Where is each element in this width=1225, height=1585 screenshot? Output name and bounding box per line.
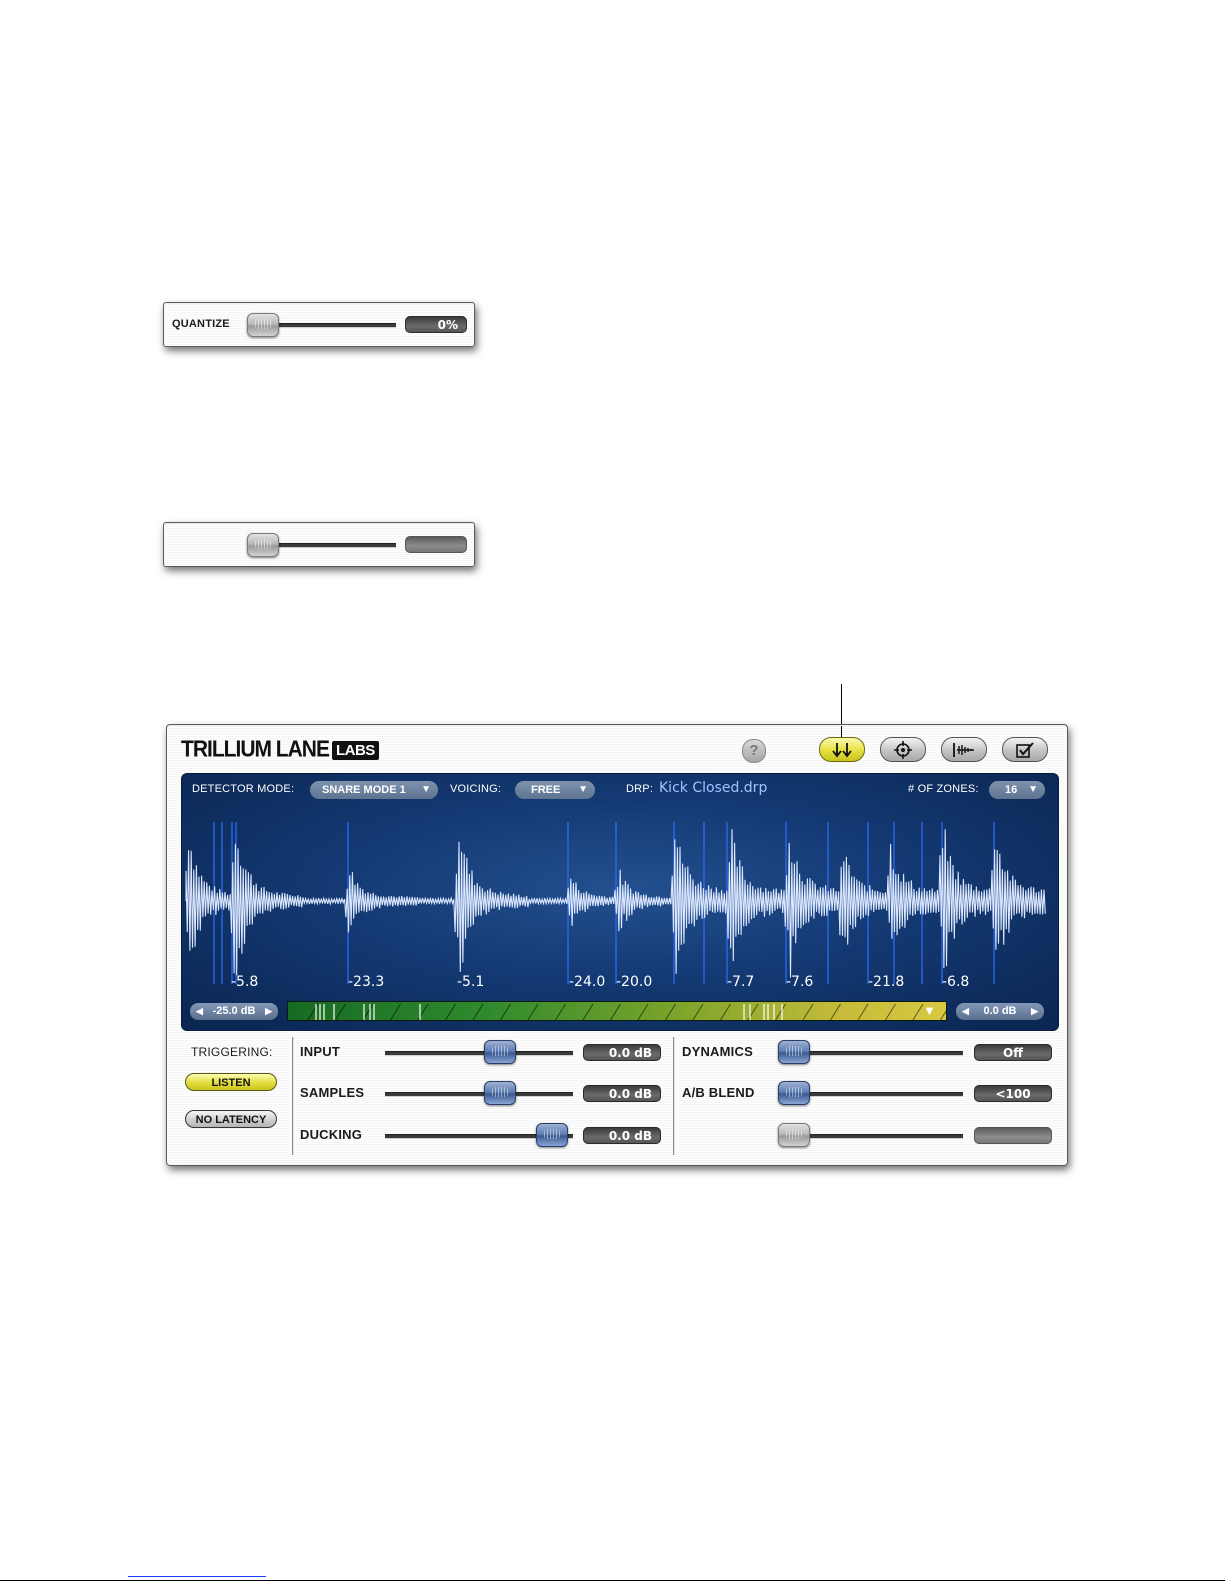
input-value[interactable]: 0.0 dB xyxy=(583,1044,661,1061)
blank-slider-thumb[interactable] xyxy=(247,533,279,557)
brand-badge: LABS xyxy=(331,740,379,760)
disabled-slider-track xyxy=(787,1134,963,1139)
quantize-strip: QUANTIZE 0% xyxy=(163,302,475,347)
right-arrow-icon[interactable]: ▶ xyxy=(265,1003,272,1020)
quantize-slider-thumb[interactable] xyxy=(247,313,279,337)
samples-slider-track[interactable] xyxy=(385,1092,573,1097)
hit-value: -7.6 xyxy=(786,974,814,990)
crosshair-icon xyxy=(894,740,912,759)
threshold-high-box[interactable]: ◀ 0.0 dB ▶ xyxy=(956,1003,1044,1020)
bottom-divider-left xyxy=(292,1037,294,1155)
edit-button[interactable] xyxy=(1002,737,1048,762)
blank-value-box xyxy=(405,536,467,553)
left-arrow-icon[interactable]: ◀ xyxy=(962,1003,969,1020)
ab-blend-label: A/B BLEND xyxy=(682,1085,755,1100)
hit-value: -5.1 xyxy=(457,974,485,990)
brand-name: TRILLIUM LANE xyxy=(181,737,330,762)
waveform-graph xyxy=(185,822,1046,984)
threshold-meter[interactable]: ▼ xyxy=(287,1001,947,1021)
ducking-slider-thumb[interactable] xyxy=(536,1123,568,1147)
trigger-mode-button[interactable] xyxy=(819,737,865,762)
waveform-icon xyxy=(953,742,974,757)
quantize-label: QUANTIZE xyxy=(172,318,230,330)
disabled-value-box xyxy=(974,1127,1052,1144)
waveform-display[interactable]: DETECTOR MODE: SNARE MODE 1 ▼ VOICING: F… xyxy=(181,773,1059,1031)
hit-value: -21.8 xyxy=(868,974,905,990)
threshold-pointer-icon[interactable]: ▼ xyxy=(923,1003,936,1018)
trigger-arrows-icon xyxy=(832,742,852,757)
triggering-label: TRIGGERING: xyxy=(191,1045,273,1059)
dynamics-slider-track[interactable] xyxy=(787,1051,963,1056)
disabled-slider-thumb xyxy=(778,1123,810,1147)
blank-slider-strip xyxy=(163,522,475,567)
threshold-low-value: -25.0 dB xyxy=(212,1005,256,1017)
ab-blend-value[interactable]: <100 xyxy=(974,1085,1052,1102)
quantize-slider-track[interactable] xyxy=(260,323,396,328)
right-arrow-icon[interactable]: ▶ xyxy=(1031,1003,1038,1020)
input-label: INPUT xyxy=(300,1044,340,1059)
dynamics-value[interactable]: Off xyxy=(974,1044,1052,1061)
blank-slider-track[interactable] xyxy=(260,543,396,548)
bottom-divider-right xyxy=(673,1037,675,1155)
left-arrow-icon[interactable]: ◀ xyxy=(196,1003,203,1020)
threshold-low-box[interactable]: ◀ -25.0 dB ▶ xyxy=(190,1003,278,1020)
dynamics-slider-thumb[interactable] xyxy=(778,1040,810,1064)
ducking-value[interactable]: 0.0 dB xyxy=(583,1127,661,1144)
hit-value: -24.0 xyxy=(569,974,606,990)
samples-label: SAMPLES xyxy=(300,1085,365,1100)
brand-logo: TRILLIUM LANE LABS xyxy=(181,737,379,762)
help-icon[interactable]: ? xyxy=(742,739,766,763)
footer-rule xyxy=(0,1580,1225,1581)
threshold-high-value: 0.0 dB xyxy=(983,1005,1017,1017)
hit-value: -5.8 xyxy=(231,974,259,990)
hit-value: -23.3 xyxy=(348,974,385,990)
ab-blend-slider-track[interactable] xyxy=(787,1092,963,1097)
footer-link-underline xyxy=(128,1576,266,1577)
input-slider-thumb[interactable] xyxy=(484,1040,516,1064)
input-slider-track[interactable] xyxy=(385,1051,573,1056)
samples-slider-thumb[interactable] xyxy=(484,1081,516,1105)
plugin-window: TRILLIUM LANE LABS ? DETECTOR MODE: SNAR… xyxy=(166,724,1068,1166)
hit-value: -20.0 xyxy=(616,974,653,990)
samples-value[interactable]: 0.0 dB xyxy=(583,1085,661,1102)
ab-blend-slider-thumb[interactable] xyxy=(778,1081,810,1105)
hit-value: -7.7 xyxy=(727,974,755,990)
quantize-value[interactable]: 0% xyxy=(405,316,467,333)
hit-value: -6.8 xyxy=(942,974,970,990)
listen-button[interactable]: LISTEN xyxy=(185,1073,277,1091)
waveform-button[interactable] xyxy=(941,737,987,762)
no-latency-button[interactable]: NO LATENCY xyxy=(185,1110,277,1128)
crosshair-button[interactable] xyxy=(880,737,926,762)
ducking-label: DUCKING xyxy=(300,1127,363,1142)
dynamics-label: DYNAMICS xyxy=(682,1044,753,1059)
checkbox-edit-icon xyxy=(1016,741,1034,758)
threshold-meter-ticks xyxy=(307,1003,946,1020)
